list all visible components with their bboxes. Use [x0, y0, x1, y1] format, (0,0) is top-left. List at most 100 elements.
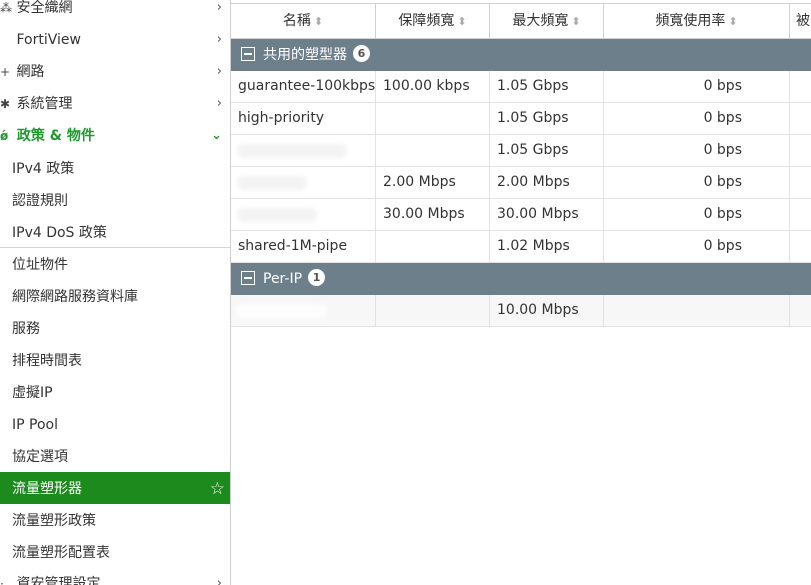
table-row[interactable]: 30.00 Mbps 30.00 Mbps 0 bps — [231, 199, 811, 231]
redacted-mask — [237, 176, 307, 190]
sidebar-item-network[interactable]: + 網路 › — [0, 56, 230, 88]
sidebar-item-policy-objects[interactable]: ǿ 政策 & 物件 ⌄ — [0, 120, 230, 152]
sidebar-item-label: 網際網路服務資料庫 — [12, 289, 138, 305]
table-row[interactable]: 1.05 Gbps 0 bps — [231, 135, 811, 167]
sidebar-item-label: 協定選項 — [12, 449, 68, 465]
cell-max: 2.00 Mbps — [490, 167, 604, 198]
table-row[interactable]: 2.00 Mbps 2.00 Mbps 0 bps — [231, 167, 811, 199]
sort-icon: ⬍ — [313, 15, 324, 28]
table-row[interactable]: high-priority 1.05 Gbps 0 bps — [231, 103, 811, 135]
cell-guaranteed — [376, 231, 490, 262]
cell-name — [231, 295, 376, 326]
sort-icon: ⬍ — [571, 15, 581, 28]
cell-name: shared-1M-pipe — [231, 231, 376, 262]
column-label: 保障頻寬 — [398, 13, 455, 29]
redacted-mask — [237, 144, 347, 158]
redacted-mask — [237, 208, 317, 222]
sidebar-item-internet-service-db[interactable]: 網際網路服務資料庫 — [0, 280, 230, 312]
star-icon[interactable]: ☆ — [210, 473, 225, 505]
sidebar-item-schedules[interactable]: 排程時間表 — [0, 344, 230, 376]
column-header-usage[interactable]: 頻寬使用率 ⬍ — [604, 4, 790, 38]
sidebar-item-label: 認證規則 — [12, 193, 68, 209]
column-header-max[interactable]: 最大頻寬 ⬍ — [490, 4, 604, 38]
column-label: 最大頻寬 — [512, 13, 569, 29]
column-header-guaranteed[interactable]: 保障頻寬 ⬍ — [376, 4, 490, 38]
chevron-right-icon: › — [216, 0, 222, 15]
count-badge: 1 — [308, 269, 326, 286]
shield-icon: · — [0, 577, 4, 585]
sidebar-item-fortiview[interactable]: FortiView › — [0, 24, 230, 56]
sidebar-item-label: 服務 — [12, 321, 40, 337]
column-header-referenced[interactable]: 被 — [790, 4, 811, 38]
sidebar-item-protocol-options[interactable]: 協定選項 — [0, 440, 230, 472]
sidebar-item-label: 流量塑形配置表 — [12, 545, 110, 561]
sidebar-item-security-profiles[interactable]: · 資安管理設定 › — [0, 568, 230, 585]
group-header-per-ip[interactable]: Per-IP 1 — [231, 263, 811, 295]
sidebar-item-traffic-shaping-profile[interactable]: 流量塑形配置表 — [0, 536, 230, 568]
sidebar-item-label: 虛擬IP — [12, 385, 53, 401]
sidebar-item-system[interactable]: ✱ 系統管理 › — [0, 88, 230, 120]
table-row[interactable]: shared-1M-pipe 1.02 Mbps 0 bps — [231, 231, 811, 263]
sidebar-item-traffic-shaping-policy[interactable]: 流量塑形政策 — [0, 504, 230, 536]
cell-guaranteed: 100.00 kbps — [376, 71, 490, 102]
table-row[interactable]: guarantee-100kbps 100.00 kbps 1.05 Gbps … — [231, 71, 811, 103]
sidebar-item-label: 位址物件 — [12, 257, 68, 273]
group-header-shared-shapers[interactable]: 共用的塑型器 6 — [231, 39, 811, 71]
chevron-right-icon: › — [216, 96, 222, 111]
cell-name — [231, 167, 376, 198]
sidebar-item-auth-rules[interactable]: 認證規則 — [0, 184, 230, 216]
table-row[interactable]: 10.00 Mbps — [231, 295, 811, 327]
cell-max: 10.00 Mbps — [490, 295, 604, 326]
cell-name: guarantee-100kbps — [231, 71, 376, 102]
sidebar-item-label: 排程時間表 — [12, 353, 82, 369]
plug-icon: + — [0, 65, 11, 79]
count-badge: 6 — [353, 45, 370, 62]
sidebar-item-label: 資安管理設定 — [16, 576, 101, 585]
chevron-right-icon: › — [216, 576, 222, 585]
cell-guaranteed: 2.00 Mbps — [376, 167, 490, 198]
redacted-mask — [235, 304, 327, 318]
cell-usage: 0 bps — [604, 167, 790, 198]
sidebar-item-label: IPv4 政策 — [12, 161, 75, 177]
cell-usage: 0 bps — [604, 71, 790, 102]
collapse-icon[interactable] — [241, 270, 255, 285]
sidebar-item-ipv4-policy[interactable]: IPv4 政策 — [0, 152, 230, 184]
cell-usage: 0 bps — [604, 103, 790, 134]
lock-icon: ǿ — [0, 129, 9, 143]
sidebar-item-label: 流量塑形器 — [12, 481, 82, 497]
sidebar-item-ip-pool[interactable]: IP Pool — [0, 408, 230, 440]
column-label: 名稱 — [282, 13, 311, 29]
sidebar-item-label: IP Pool — [12, 417, 58, 433]
sidebar-item-label: 網路 — [16, 64, 45, 80]
cell-max: 30.00 Mbps — [490, 199, 604, 230]
sidebar-item-services[interactable]: 服務 — [0, 312, 230, 344]
group-label: Per-IP — [263, 271, 303, 287]
sidebar-item-ipv4-dos-policy[interactable]: IPv4 DoS 政策 — [0, 216, 230, 248]
cell-max: 1.05 Gbps — [490, 135, 604, 166]
sidebar-item-virtual-ip[interactable]: 虛擬IP — [0, 376, 230, 408]
column-header-name[interactable]: 名稱 ⬍ — [231, 4, 376, 38]
sidebar-item-label: 流量塑形政策 — [12, 513, 96, 529]
chevron-right-icon: › — [216, 64, 222, 79]
cell-name — [231, 135, 376, 166]
collapse-icon[interactable] — [241, 46, 255, 61]
sidebar-item-label: 安全織網 — [16, 0, 73, 16]
sort-icon: ⬍ — [728, 15, 738, 28]
cell-max: 1.05 Gbps — [490, 103, 604, 134]
sidebar-item-security-fabric[interactable]: ⁂ 安全織網 › — [0, 0, 230, 24]
sidebar-item-label: FortiView — [16, 32, 81, 48]
sidebar-item-traffic-shapers[interactable]: 流量塑形器 ☆ — [0, 472, 230, 504]
cell-usage: 0 bps — [604, 199, 790, 230]
sidebar-item-addresses[interactable]: 位址物件 — [0, 248, 230, 280]
group-label: 共用的塑型器 — [263, 47, 347, 63]
cell-name — [231, 199, 376, 230]
cell-guaranteed — [376, 295, 490, 326]
sidebar-nav: ⁂ 安全織網 › FortiView › + 網路 › ✱ 系統管理 › ǿ 政… — [0, 0, 231, 585]
cell-usage — [604, 295, 790, 326]
cell-max: 1.05 Gbps — [490, 71, 604, 102]
cell-name: high-priority — [231, 103, 376, 134]
cell-guaranteed — [376, 135, 490, 166]
sidebar-item-label: 政策 & 物件 — [16, 128, 95, 144]
chevron-right-icon: › — [216, 32, 222, 47]
sidebar-item-label: IPv4 DoS 政策 — [12, 225, 107, 241]
